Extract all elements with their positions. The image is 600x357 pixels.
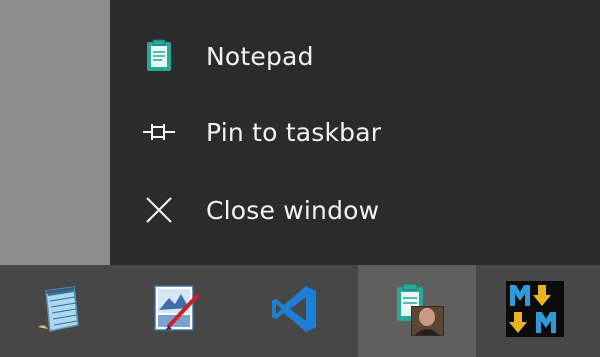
- clipboard-photo-app-icon: [387, 279, 447, 343]
- taskbar-button-markdown-monster[interactable]: [476, 265, 594, 357]
- taskbar-button-clipboard[interactable]: [358, 265, 476, 357]
- jumplist-item-label: Close window: [206, 195, 380, 225]
- pin-icon: [142, 115, 176, 149]
- jumplist-item-label: Notepad: [206, 41, 314, 71]
- vscode-app-icon: [270, 283, 320, 339]
- taskbar-button-notepad[interactable]: [0, 265, 118, 357]
- jump-list-menu: Notepad Pin to taskbar Close window: [110, 0, 600, 265]
- taskbar-button-paint[interactable]: [118, 265, 236, 357]
- paint-app-icon: [151, 282, 203, 340]
- taskbar: [0, 265, 600, 357]
- jumplist-item-notepad[interactable]: Notepad: [110, 17, 600, 95]
- markdown-monster-app-icon: [505, 280, 565, 342]
- close-icon: [142, 193, 176, 227]
- notepad-icon: [142, 39, 176, 73]
- jumplist-item-pin-to-taskbar[interactable]: Pin to taskbar: [110, 93, 600, 171]
- notepad-app-icon: [34, 283, 84, 339]
- jumplist-item-label: Pin to taskbar: [206, 117, 382, 147]
- taskbar-button-vscode[interactable]: [236, 265, 354, 357]
- jumplist-item-close-window[interactable]: Close window: [110, 171, 600, 249]
